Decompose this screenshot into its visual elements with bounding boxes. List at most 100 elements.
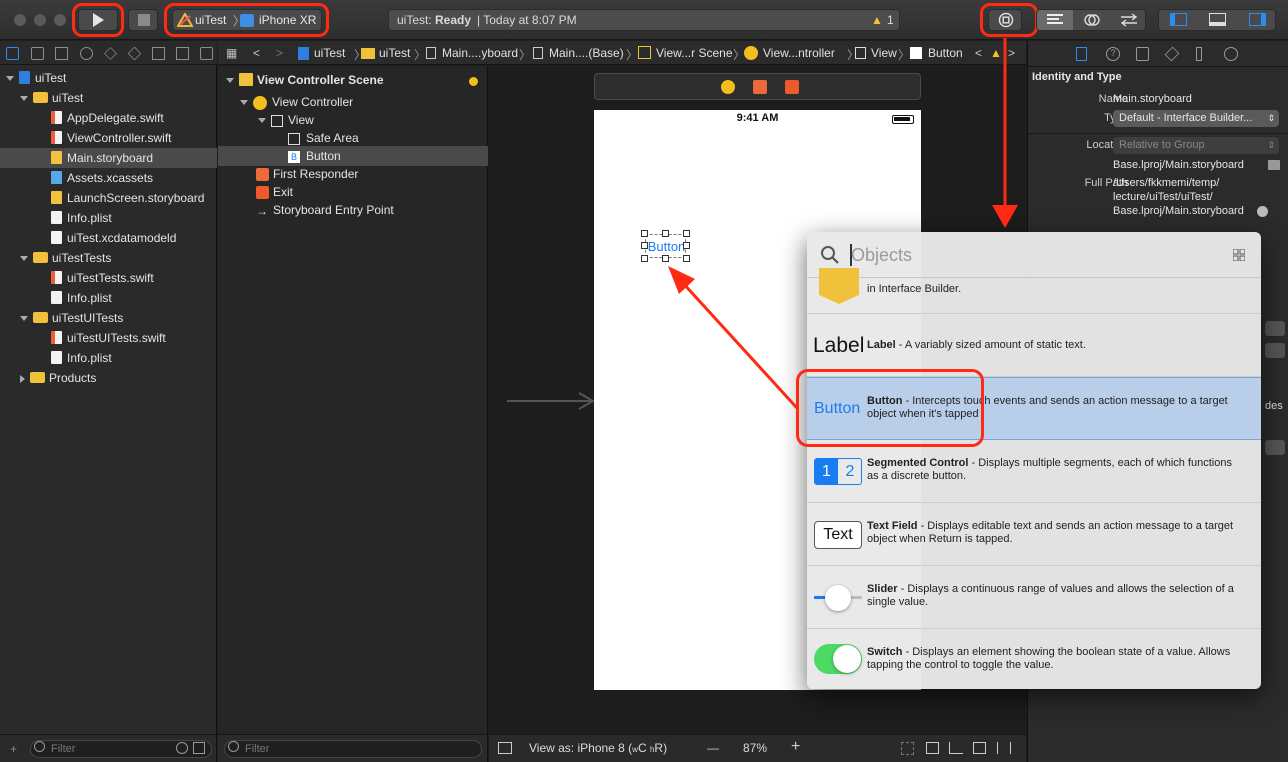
outline-item-safe-area[interactable]: Safe Area [218, 128, 488, 148]
resize-handle[interactable] [683, 242, 690, 249]
grid-view-icon[interactable] [1233, 249, 1245, 261]
library-search-input[interactable]: Objects [851, 245, 912, 266]
standard-editor-button[interactable] [1037, 10, 1073, 30]
version-editor-button[interactable] [1110, 10, 1147, 30]
tree-item-folder[interactable]: Products [0, 368, 217, 388]
warning-icon[interactable]: ▲ [990, 46, 1002, 60]
library-item-label[interactable]: Label Label - A variably sized amount of… [807, 314, 1261, 377]
outline-item-view[interactable]: View [218, 110, 488, 130]
tree-item-folder[interactable]: uiTest [0, 88, 217, 108]
crumb-button[interactable]: Button [928, 46, 963, 60]
debug-tab-icon[interactable] [152, 47, 165, 60]
zoom-in-button[interactable]: + [791, 738, 800, 756]
next-issue-chevron-icon[interactable]: > [1008, 46, 1015, 60]
warning-icon[interactable]: ▲ [871, 13, 883, 27]
library-item-segmented-control[interactable]: 1 2 Segmented Control - Displays multipl… [807, 440, 1261, 503]
file-tab-icon[interactable] [1076, 47, 1087, 61]
tree-item-file[interactable]: uiTest.xcdatamodeld [0, 228, 217, 248]
assistant-editor-button[interactable] [1073, 10, 1110, 30]
tree-item-file[interactable]: Info.plist [0, 288, 217, 308]
zoom-out-button[interactable]: — [707, 741, 719, 755]
folder-tab-icon[interactable] [6, 47, 19, 60]
crumb-project[interactable]: uiTest [314, 46, 345, 60]
add-icon[interactable]: + [10, 742, 17, 756]
view-as-label[interactable]: View as: iPhone 8 (wC hR) [529, 741, 667, 755]
library-item-text-field[interactable]: Text Text Field - Displays editable text… [807, 503, 1261, 566]
back-chevron-icon[interactable]: < [253, 46, 260, 60]
resize-handle[interactable] [683, 230, 690, 237]
identity-tab-icon[interactable] [1136, 47, 1149, 61]
crumb-view[interactable]: View [871, 46, 897, 60]
tree-item-file[interactable]: uiTestUITests.swift [0, 328, 217, 348]
close-window-button[interactable] [14, 14, 26, 26]
tree-item-file-selected[interactable]: Main.storyboard [0, 148, 217, 168]
name-value[interactable]: Main.storyboard [1113, 93, 1192, 105]
crumb-scene[interactable]: View...r Scene [656, 46, 733, 60]
toggle-debug-area-button[interactable] [1198, 10, 1238, 30]
tree-item-folder[interactable]: uiTestTests [0, 248, 217, 268]
help-tab-icon[interactable]: ? [1106, 47, 1120, 61]
add-constraints-icon[interactable] [973, 742, 986, 754]
crumb-storyboard[interactable]: Main....yboard [442, 46, 518, 60]
resize-handle[interactable] [641, 242, 648, 249]
outline-item-scene[interactable]: View Controller Scene [218, 70, 488, 90]
toggle-inspector-button[interactable] [1238, 10, 1277, 30]
tree-item-file[interactable]: LaunchScreen.storyboard [0, 188, 217, 208]
resize-handle[interactable] [662, 255, 669, 262]
connections-tab-icon[interactable] [1224, 47, 1238, 61]
library-item-slider[interactable]: Slider - Displays a continuous range of … [807, 566, 1261, 629]
crumb-folder[interactable]: uiTest [379, 46, 410, 60]
clipped-popup[interactable] [1265, 343, 1285, 358]
tree-item-project[interactable]: uiTest [0, 68, 217, 88]
symbol-tab-icon[interactable] [55, 47, 68, 60]
tree-item-file[interactable]: uiTestTests.swift [0, 268, 217, 288]
outline-item-button-selected[interactable]: B Button [218, 146, 488, 166]
find-tab-icon[interactable] [80, 47, 93, 60]
source-control-tab-icon[interactable] [31, 47, 44, 60]
tree-item-file[interactable]: Info.plist [0, 208, 217, 228]
dock-first-responder-icon[interactable] [753, 80, 767, 94]
toggle-navigator-button[interactable] [1159, 10, 1198, 30]
resize-handle[interactable] [641, 255, 648, 262]
resolve-issues-icon[interactable] [997, 742, 1011, 754]
test-tab-icon[interactable] [127, 46, 142, 61]
dock-exit-icon[interactable] [785, 80, 799, 94]
outline-filter-input[interactable]: Filter [224, 740, 482, 758]
outline-item-view-controller[interactable]: View Controller [218, 92, 488, 112]
update-frames-icon[interactable] [901, 742, 914, 755]
stop-button[interactable] [128, 9, 158, 31]
library-item-object[interactable]: in Interface Builder. [807, 268, 1261, 314]
embed-in-icon[interactable] [926, 742, 939, 754]
resize-handle[interactable] [662, 230, 669, 237]
tree-item-file[interactable]: AppDelegate.swift [0, 108, 217, 128]
tree-item-file[interactable]: Info.plist [0, 348, 217, 368]
resize-handle[interactable] [683, 255, 690, 262]
type-popup[interactable]: Default - Interface Builder... ⇕ [1113, 110, 1279, 127]
issue-tab-icon[interactable] [104, 47, 117, 60]
scm-filter-icon[interactable] [193, 742, 205, 754]
outline-item-first-responder[interactable]: First Responder [218, 164, 488, 184]
outline-item-exit[interactable]: Exit [218, 182, 488, 202]
crumb-base[interactable]: Main....(Base) [549, 46, 624, 60]
attributes-tab-icon[interactable] [1164, 46, 1180, 62]
location-popup[interactable]: Relative to Group ⇕ [1113, 137, 1279, 154]
forward-chevron-icon[interactable]: > [276, 46, 283, 60]
reveal-in-finder-icon[interactable] [1257, 206, 1268, 217]
report-tab-icon[interactable] [200, 47, 213, 60]
minimize-window-button[interactable] [34, 14, 46, 26]
outline-item-entry-point[interactable]: → Storyboard Entry Point [218, 200, 488, 220]
tree-item-folder[interactable]: uiTestUITests [0, 308, 217, 328]
tree-item-file[interactable]: Assets.xcassets [0, 168, 217, 188]
dock-view-controller-icon[interactable] [721, 80, 735, 94]
zoom-window-button[interactable] [54, 14, 66, 26]
folder-reveal-icon[interactable] [1268, 160, 1280, 170]
tree-item-file[interactable]: ViewController.swift [0, 128, 217, 148]
prev-issue-chevron-icon[interactable]: < [975, 46, 982, 60]
align-icon[interactable] [949, 742, 963, 754]
library-item-switch[interactable]: Switch - Displays an element showing the… [807, 629, 1261, 689]
resize-handle[interactable] [641, 230, 648, 237]
related-items-icon[interactable]: ▦ [226, 46, 237, 60]
crumb-view-controller[interactable]: View...ntroller [763, 46, 835, 60]
sidebar-toggle-icon[interactable] [498, 742, 512, 754]
breakpoint-tab-icon[interactable] [176, 47, 189, 60]
